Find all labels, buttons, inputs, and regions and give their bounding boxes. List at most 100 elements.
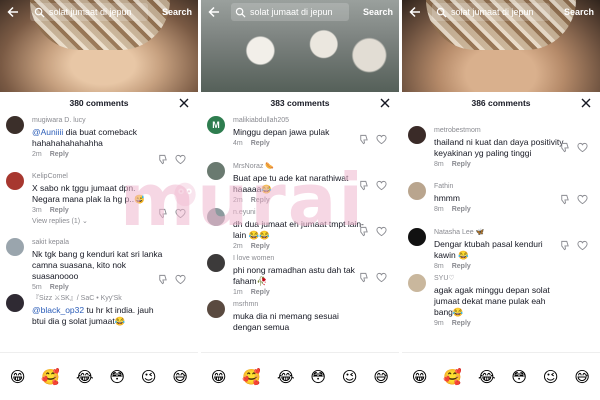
comment-username[interactable]: I love women	[233, 252, 399, 263]
comments-sheet: 386 comments metrobestmom thailand ni ku…	[402, 92, 600, 400]
like-button[interactable]	[371, 134, 391, 145]
search-button[interactable]: Search	[564, 7, 594, 17]
reply-button[interactable]: Reply	[251, 243, 270, 250]
comment-username[interactable]: Fathin	[434, 180, 600, 191]
avatar[interactable]	[6, 172, 24, 190]
dislike-icon[interactable]	[157, 154, 168, 165]
dislike-icon[interactable]	[559, 142, 570, 153]
avatar[interactable]	[6, 116, 24, 134]
mention-link[interactable]: @Auniiii	[32, 127, 63, 137]
search-button[interactable]: Search	[363, 7, 393, 17]
emoji-sweat-smile[interactable]: 😅	[373, 369, 389, 385]
comment-username[interactable]: mugiwara D. lucy	[32, 114, 198, 125]
dislike-icon[interactable]	[559, 194, 570, 205]
comment-username[interactable]: malikiabdullah205	[233, 114, 399, 125]
reply-button[interactable]: Reply	[251, 289, 270, 296]
comment-username[interactable]: KelipComel	[32, 170, 198, 181]
reply-button[interactable]: Reply	[452, 263, 471, 270]
back-arrow-icon[interactable]	[207, 5, 221, 19]
heart-icon	[375, 180, 387, 191]
like-button[interactable]	[371, 226, 391, 237]
emoji-love[interactable]: 🥰	[443, 369, 462, 385]
comment-item: I love women phi nong ramadhan astu dah …	[201, 252, 399, 298]
like-button[interactable]	[170, 154, 190, 165]
search-input[interactable]: solat jumaat di jepun	[432, 3, 550, 21]
avatar[interactable]	[408, 126, 426, 144]
back-arrow-icon[interactable]	[408, 5, 422, 19]
dislike-icon[interactable]	[358, 134, 369, 145]
reply-button[interactable]: Reply	[251, 197, 270, 204]
comment-time: 4m	[233, 140, 243, 147]
emoji-grin[interactable]: 😁	[211, 369, 227, 385]
emoji-flushed[interactable]: 😳	[310, 369, 326, 385]
emoji-wink[interactable]: 😉	[543, 369, 559, 385]
search-icon	[235, 7, 246, 18]
like-button[interactable]	[170, 274, 190, 285]
reply-button[interactable]: Reply	[452, 206, 471, 213]
comment-username[interactable]: MrsNoraz 🌭	[233, 160, 399, 171]
emoji-wink[interactable]: 😉	[342, 369, 358, 385]
search-input[interactable]: solat jumaat di jepun	[30, 3, 148, 21]
emoji-laugh[interactable]: 😂	[478, 369, 496, 385]
search-icon	[34, 7, 45, 18]
avatar[interactable]	[408, 182, 426, 200]
comment-count: 383 comments	[270, 98, 330, 108]
mention-link[interactable]: @black_op32	[32, 305, 84, 315]
dislike-icon[interactable]	[157, 208, 168, 219]
search-button[interactable]: Search	[162, 7, 192, 17]
comment-username[interactable]: msrhmn	[233, 298, 399, 309]
reply-button[interactable]: Reply	[452, 320, 471, 327]
close-icon[interactable]	[580, 97, 592, 109]
dislike-icon[interactable]	[358, 226, 369, 237]
reply-button[interactable]: Reply	[251, 140, 270, 147]
avatar[interactable]	[6, 238, 24, 256]
emoji-love[interactable]: 🥰	[41, 369, 60, 385]
avatar[interactable]	[207, 162, 225, 180]
search-bar: solat jumaat di jepun Search	[0, 0, 198, 24]
avatar[interactable]	[207, 254, 225, 272]
reply-button[interactable]: Reply	[452, 161, 471, 168]
emoji-flushed[interactable]: 😳	[109, 369, 125, 385]
emoji-love[interactable]: 🥰	[242, 369, 261, 385]
emoji-grin[interactable]: 😁	[10, 369, 26, 385]
emoji-wink[interactable]: 😉	[141, 369, 157, 385]
close-icon[interactable]	[379, 97, 391, 109]
dislike-icon[interactable]	[157, 274, 168, 285]
avatar[interactable]	[408, 274, 426, 292]
like-button[interactable]	[572, 194, 592, 205]
emoji-laugh[interactable]: 😂	[277, 369, 295, 385]
comment-username[interactable]: SYU♡	[434, 272, 600, 283]
avatar[interactable]	[408, 228, 426, 246]
comment-username[interactable]: 『Sizz ⚔SK』/ SaC • Kyy'Sk	[32, 292, 198, 303]
reply-button[interactable]: Reply	[50, 284, 69, 291]
emoji-laugh[interactable]: 😂	[76, 369, 94, 385]
reply-button[interactable]: Reply	[50, 151, 69, 158]
dislike-icon[interactable]	[358, 180, 369, 191]
heart-icon	[576, 142, 588, 153]
like-button[interactable]	[170, 208, 190, 219]
close-icon[interactable]	[178, 97, 190, 109]
like-button[interactable]	[572, 142, 592, 153]
dislike-icon[interactable]	[559, 240, 570, 251]
avatar[interactable]	[207, 208, 225, 226]
search-input[interactable]: solat jumaat di jepun	[231, 3, 349, 21]
avatar[interactable]: M	[207, 116, 225, 134]
comment-username[interactable]: n.eyuni	[233, 206, 399, 217]
emoji-sweat-smile[interactable]: 😅	[172, 369, 188, 385]
like-button[interactable]	[572, 240, 592, 251]
like-button[interactable]	[371, 272, 391, 283]
comment-username[interactable]: metrobestmom	[434, 124, 600, 135]
dislike-icon[interactable]	[358, 272, 369, 283]
comment-username[interactable]: sakit kepala	[32, 236, 198, 247]
comment-text: muka dia ni memang sesuai dengan semua	[233, 311, 339, 332]
avatar[interactable]	[6, 294, 24, 312]
emoji-sweat-smile[interactable]: 😅	[574, 369, 590, 385]
comment-username[interactable]: Natasha Lee 🦋	[434, 226, 600, 237]
emoji-flushed[interactable]: 😳	[511, 369, 527, 385]
reply-button[interactable]: Reply	[50, 207, 69, 214]
heart-icon	[174, 274, 186, 285]
like-button[interactable]	[371, 180, 391, 191]
back-arrow-icon[interactable]	[6, 5, 20, 19]
avatar[interactable]	[207, 300, 225, 318]
emoji-grin[interactable]: 😁	[412, 369, 428, 385]
